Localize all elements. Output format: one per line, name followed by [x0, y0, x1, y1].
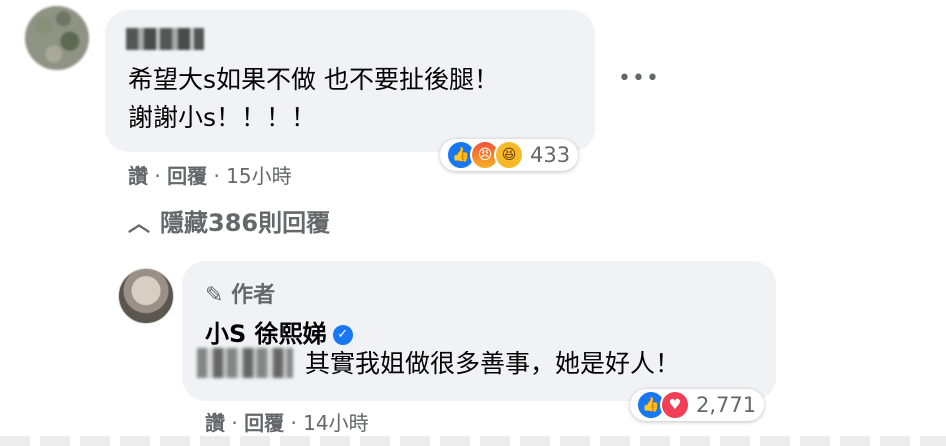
love-reaction-icon: ♥	[660, 390, 690, 420]
redacted-commenter-name[interactable]	[126, 28, 204, 50]
reply-actions: 讚 · 回覆 · 14小時	[205, 407, 369, 436]
reply-button[interactable]: 回覆	[244, 411, 284, 435]
reply-reactions[interactable]: 👍 ♥ 2,771	[630, 389, 765, 421]
comment-text-line2: 謝謝小s！！！！	[128, 103, 317, 132]
separator-dot: ·	[213, 164, 227, 188]
reply-author-name[interactable]: 小S 徐熙娣 ✓	[205, 314, 353, 349]
redacted-mention[interactable]	[197, 348, 293, 378]
reply-author-name-text[interactable]: 小S 徐熙娣	[205, 320, 327, 348]
separator-dot: ·	[154, 164, 168, 188]
author-avatar[interactable]	[118, 268, 174, 324]
chevron-up-icon: ︿	[128, 212, 151, 237]
commenter-avatar[interactable]	[25, 6, 89, 70]
more-options-icon[interactable]: •••	[618, 67, 659, 91]
hide-replies-button[interactable]: ︿ 隱藏386則回覆	[128, 203, 330, 238]
like-button[interactable]: 讚	[205, 411, 225, 435]
reply-button[interactable]: 回覆	[167, 164, 207, 188]
comment-reactions[interactable]: 👍 😠 😆 433	[440, 139, 579, 171]
comment-text-line1: 希望大s如果不做 也不要扯後腿！	[128, 65, 499, 94]
pencil-icon: ✎	[205, 283, 224, 308]
verified-badge-icon: ✓	[332, 325, 353, 345]
hide-replies-label: 隱藏386則回覆	[160, 209, 331, 237]
author-badge: ✎ 作者	[205, 277, 275, 309]
comment-actions: 讚 · 回覆 · 15小時	[128, 160, 292, 189]
reaction-count: 433	[530, 143, 571, 167]
dashed-divider	[0, 436, 946, 446]
haha-reaction-icon: 😆	[494, 140, 524, 170]
reply-text: 其實我姐做很多善事，她是好人！	[305, 349, 681, 378]
comment-timestamp[interactable]: 15小時	[226, 164, 291, 188]
like-button[interactable]: 讚	[128, 164, 148, 188]
reaction-count: 2,771	[696, 393, 757, 417]
separator-dot: ·	[231, 411, 245, 435]
author-badge-label: 作者	[231, 283, 276, 308]
separator-dot: ·	[290, 411, 304, 435]
reply-timestamp[interactable]: 14小時	[303, 411, 368, 435]
